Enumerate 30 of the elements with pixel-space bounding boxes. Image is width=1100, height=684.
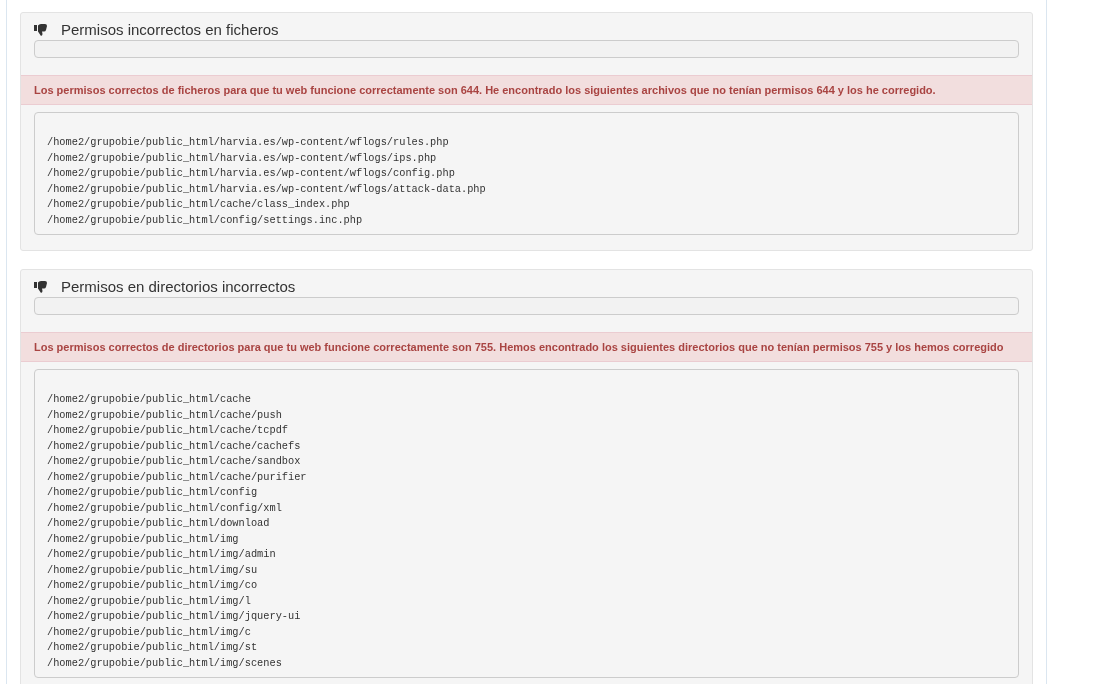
file-path: /home2/grupobie/public_html/cache/purifier xyxy=(47,469,307,485)
file-path: /home2/grupobie/public_html/img/co xyxy=(47,578,258,593)
file-path: /home2/grupobie/public_html/cache/cachefs xyxy=(47,438,301,454)
file-path: /home2/grupobie/public_html/cache/class_index.php xyxy=(47,197,350,212)
thumbs-down-icon xyxy=(34,24,48,36)
file-path: /home2/grupobie/public_html/img/c xyxy=(47,624,251,640)
file-path: /home2/grupobie/public_html/cache/push xyxy=(47,407,282,423)
file-path: /home2/grupobie/public_html/img/l xyxy=(47,593,251,609)
file-path: /home2/grupobie/public_html/harvia.es/wp-content/wflogs/rules.php xyxy=(47,135,449,150)
file-path: /home2/grupobie/public_html/download xyxy=(47,516,270,531)
file-path: /home2/grupobie/public_html/harvia.es/wp-content/wflogs/config.php xyxy=(47,166,455,181)
file-path: /home2/grupobie/public_html/cache/sandbox xyxy=(47,454,301,469)
file-path: /home2/grupobie/public_html/cache xyxy=(47,392,251,407)
alert-message: Los permisos correctos de ficheros para que tu web funcione correctamente son 644. He encontrado los siguientes archivos que no tenían permisos 644 y los he corregido. xyxy=(21,75,1032,105)
file-path: /home2/grupobie/public_html/img/scenes xyxy=(47,655,282,671)
file-path: /home2/grupobie/public_html/harvia.es/wp-content/wflogs/ips.php xyxy=(47,150,437,166)
alert-message: Los permisos correctos de directorios para que tu web funcione correctamente son 755. Hemos encontrado los siguientes directorios que no tenían permisos 755 y los hemos corregido xyxy=(21,332,1032,362)
file-path: /home2/grupobie/public_html/cache/tcpdf xyxy=(47,423,288,438)
file-path: /home2/grupobie/public_html/img/admin xyxy=(47,547,276,562)
file-path: /home2/grupobie/public_html/img/jquery-ui xyxy=(47,609,301,624)
file-path: /home2/grupobie/public_html/img xyxy=(47,531,239,547)
file-path: /home2/grupobie/public_html/harvia.es/wp-content/wflogs/attack-data.php xyxy=(47,181,486,197)
file-path: /home2/grupobie/public_html/config/xml xyxy=(47,500,282,516)
panel-title: Permisos incorrectos en ficheros xyxy=(61,21,279,39)
thumbs-down-icon xyxy=(34,281,48,293)
file-path: /home2/grupobie/public_html/config/settings.inc.php xyxy=(47,212,363,228)
file-path: /home2/grupobie/public_html/config xyxy=(47,485,258,500)
file-path: /home2/grupobie/public_html/img/st xyxy=(47,640,258,655)
file-path: /home2/grupobie/public_html/img/su xyxy=(47,562,258,578)
panel-title: Permisos en directorios incorrectos xyxy=(61,278,296,296)
